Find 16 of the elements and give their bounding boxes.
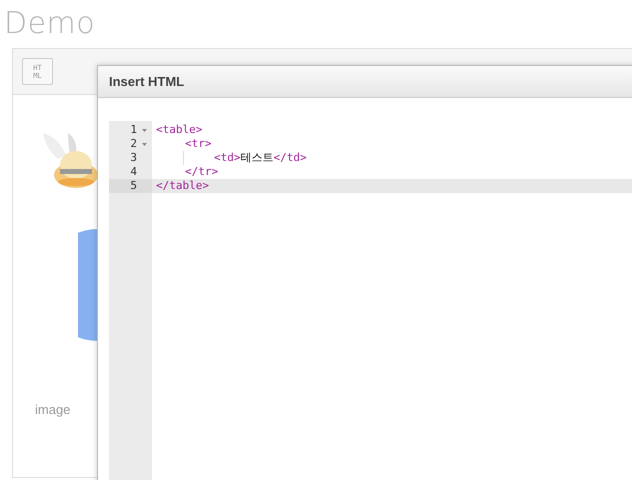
code-line: <tr> xyxy=(184,137,212,151)
dialog-title: Insert HTML xyxy=(109,74,184,89)
code-line: <table> xyxy=(155,123,202,137)
code-line: </tr> xyxy=(184,165,218,179)
image-caption: image xyxy=(35,402,70,417)
fold-caret-icon[interactable] xyxy=(142,142,147,146)
code-editor[interactable]: 1 <table> 2 <tr> 3 <td>테스트</td> 4 </tr> 5 </table> xyxy=(109,121,632,480)
line-number: 4 xyxy=(129,165,137,179)
fold-caret-icon[interactable] xyxy=(142,128,147,132)
line-number: 5 xyxy=(129,179,137,193)
line-number: 1 xyxy=(129,123,137,137)
code-line: <td>테스트</td> xyxy=(152,151,307,165)
page-title: Demo xyxy=(3,5,96,43)
line-number: 3 xyxy=(129,151,137,165)
code-line: </table> xyxy=(155,179,209,193)
line-number: 2 xyxy=(129,137,137,151)
